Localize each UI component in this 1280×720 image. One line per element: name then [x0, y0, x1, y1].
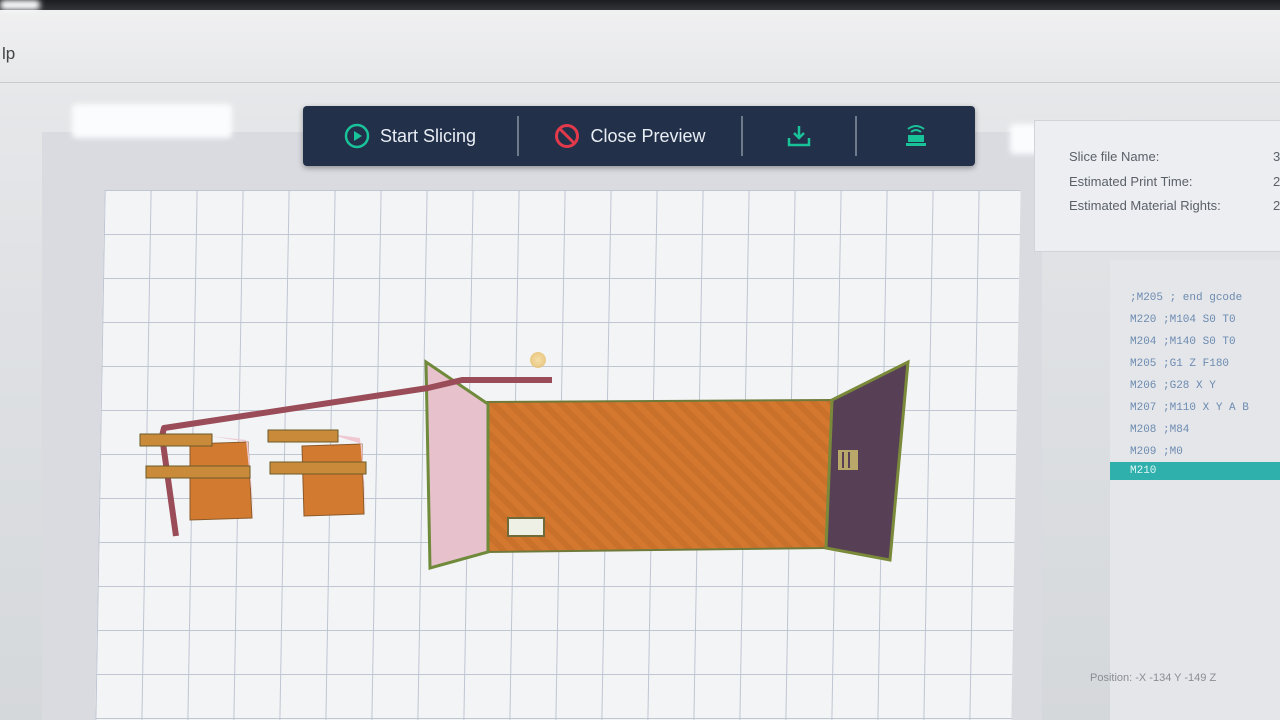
window-opening: [507, 517, 545, 537]
gcode-line[interactable]: M207 ;M110 X Y A B: [1130, 402, 1249, 414]
start-slicing-label: Start Slicing: [379, 125, 477, 146]
gcode-line-selected[interactable]: M210: [1110, 462, 1280, 480]
gcode-line[interactable]: M220 ;M104 S0 T0: [1130, 314, 1236, 326]
gcode-line[interactable]: M204 ;M140 S0 T0: [1130, 336, 1236, 348]
gcode-line[interactable]: M206 ;G28 X Y: [1130, 380, 1216, 392]
file-name-label: Slice file Name:: [1069, 149, 1160, 164]
shelf-block: [301, 443, 365, 517]
material-label: Estimated Material Rights:: [1069, 198, 1221, 213]
shelf-top: [139, 433, 213, 447]
prohibit-icon: [555, 124, 580, 148]
shelf-top: [267, 429, 339, 443]
download-tray-icon: [787, 126, 811, 147]
gcode-line[interactable]: M205 ;G1 Z F180: [1130, 358, 1229, 370]
position-readout: Position: -X -134 Y -149 Z: [1090, 672, 1217, 684]
print-time-label: Estimated Print Time:: [1069, 174, 1193, 189]
wifi-print-icon: [906, 125, 926, 146]
preview-toolbar: Start Slicing Close Preview: [303, 106, 975, 166]
material-value: 22: [1273, 198, 1280, 213]
gcode-line[interactable]: M208 ;M84: [1130, 424, 1189, 436]
play-icon: [344, 123, 370, 149]
close-preview-button[interactable]: Close Preview: [519, 106, 741, 166]
slice-info-panel: Slice file Name: 3 Estimated Print Time:…: [1034, 120, 1280, 252]
gcode-line[interactable]: M209 ;M0: [1130, 446, 1183, 458]
file-name-value: 3: [1273, 149, 1280, 164]
mouse-cursor: [530, 352, 546, 368]
left-wall: [424, 359, 490, 570]
shelf-mid: [269, 461, 367, 475]
print-time-value: 2: [1273, 174, 1280, 189]
close-preview-label: Close Preview: [590, 125, 706, 146]
shelf-block: [189, 441, 253, 521]
gcode-list[interactable]: ;M205 ; end gcode M220 ;M104 S0 T0 M204 …: [1110, 260, 1280, 720]
gcode-line: M210: [1130, 465, 1157, 477]
shelf-mid: [145, 465, 251, 479]
print-button[interactable]: [857, 106, 975, 166]
start-slicing-button[interactable]: Start Slicing: [303, 106, 517, 166]
gcode-line[interactable]: ;M205 ; end gcode: [1130, 292, 1242, 304]
export-button[interactable]: [743, 106, 855, 166]
